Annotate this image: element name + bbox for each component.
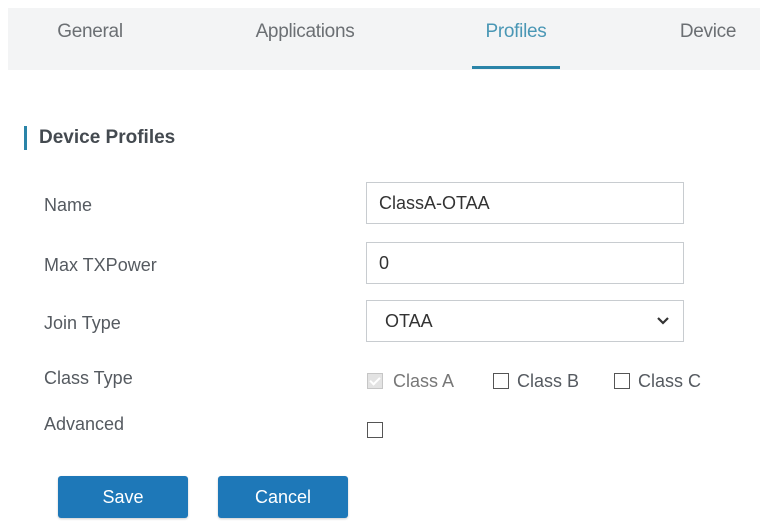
tab-applications[interactable]: Applications xyxy=(230,8,380,70)
class-c-label: Class C xyxy=(638,371,702,391)
name-label: Name xyxy=(44,195,93,215)
class-c-checkbox[interactable] xyxy=(614,373,630,389)
tab-applications-label: Applications xyxy=(255,21,355,42)
class-type-label: Class Type xyxy=(44,368,133,388)
tab-general-label: General xyxy=(57,21,123,42)
section-title: Device Profiles xyxy=(24,126,175,150)
tab-profiles[interactable]: Profiles xyxy=(468,8,564,70)
class-b-label: Class B xyxy=(517,371,580,391)
chevron-down-icon xyxy=(657,301,669,357)
advanced-checkbox[interactable] xyxy=(367,422,383,438)
tab-bar: General Applications Profiles Device xyxy=(8,8,760,70)
class-a-label: Class A xyxy=(393,371,455,391)
class-b-checkbox[interactable] xyxy=(493,373,509,389)
tab-general[interactable]: General xyxy=(30,8,150,70)
save-button[interactable]: Save xyxy=(58,476,188,518)
join-type-value: OTAA xyxy=(385,311,433,331)
cancel-button[interactable]: Cancel xyxy=(218,476,348,518)
join-type-select[interactable]: OTAA xyxy=(366,300,684,342)
advanced-label: Advanced xyxy=(44,414,125,434)
tab-device-label: Device xyxy=(679,21,737,42)
tab-profiles-label: Profiles xyxy=(485,21,547,42)
max-txpower-field[interactable]: 0 xyxy=(366,242,684,284)
max-txpower-label: Max TXPower xyxy=(44,255,157,275)
join-type-label: Join Type xyxy=(44,313,121,333)
class-a-checkbox xyxy=(367,373,383,389)
name-field[interactable]: ClassA-OTAA xyxy=(366,182,684,224)
tab-device[interactable]: Device xyxy=(658,8,758,70)
active-tab-indicator xyxy=(472,66,560,69)
